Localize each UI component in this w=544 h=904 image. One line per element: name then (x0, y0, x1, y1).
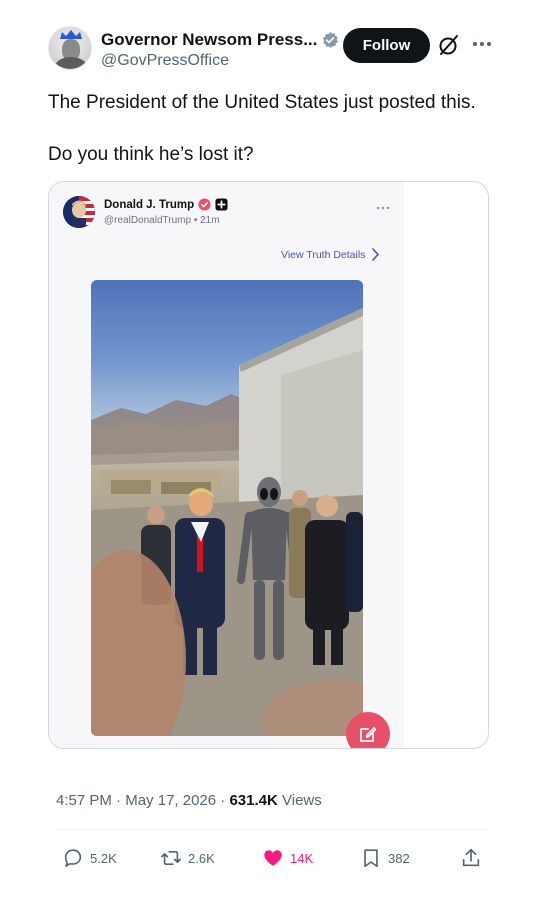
photo-scene (91, 308, 363, 736)
tweet-text-line: Do you think he’s lost it? (48, 144, 254, 165)
compose-button[interactable] (346, 712, 390, 748)
embedded-post: Donald J. Trump @realDonaldTrump • 21m V… (49, 182, 404, 748)
compose-icon (360, 727, 377, 742)
view-truth-details-link: View Truth Details (281, 248, 380, 261)
bookmark-count: 382 (388, 850, 410, 866)
repost-count: 2.6K (188, 850, 215, 866)
tweet-time[interactable]: 4:57 PM (56, 792, 112, 809)
verified-badge-icon (323, 31, 339, 49)
verified-badge-icon (198, 198, 211, 211)
embedded-author-name: Donald J. Trump (104, 198, 195, 211)
tweet-text-line: The President of the United States just … (48, 92, 476, 113)
author-name[interactable]: Governor Newsom Press... (101, 30, 317, 50)
like-count: 14K (290, 850, 314, 866)
repost-icon (161, 850, 181, 866)
follow-button[interactable]: Follow (343, 28, 430, 63)
reply-button[interactable]: 5.2K (62, 845, 117, 871)
share-icon (462, 848, 480, 867)
tweet-date[interactable]: May 17, 2026 (125, 792, 216, 809)
embedded-author-avatar (63, 196, 95, 228)
grok-icon[interactable] (438, 34, 460, 56)
bookmark-button[interactable]: 382 (360, 845, 410, 871)
author-handle[interactable]: @GovPressOffice (101, 52, 229, 70)
heart-icon (264, 850, 282, 866)
plus-badge-icon (215, 198, 228, 211)
like-button[interactable]: 14K (262, 845, 313, 871)
tweet-media[interactable]: Donald J. Trump @realDonaldTrump • 21m V… (48, 181, 489, 749)
repost-button[interactable]: 2.6K (160, 845, 215, 871)
chevron-right-icon (372, 248, 380, 261)
reply-icon (64, 849, 82, 868)
bookmark-icon (364, 849, 378, 868)
views-label: Views (282, 792, 322, 809)
share-button[interactable] (460, 845, 482, 871)
tweet-text: The President of the United States just … (48, 91, 508, 167)
tweet-meta: 4:57 PM · May 17, 2026 · 631.4K Views (56, 792, 322, 809)
post-photo (91, 280, 363, 736)
author-avatar[interactable] (48, 26, 92, 70)
more-icon (376, 206, 390, 210)
divider (56, 829, 488, 830)
reply-count: 5.2K (90, 850, 117, 866)
views-count: 631.4K (229, 792, 278, 809)
more-icon[interactable] (471, 37, 493, 51)
tweet-header: Governor Newsom Press... @GovPressOffice… (48, 26, 498, 74)
action-bar: 5.2K 2.6K 14K 382 (56, 845, 488, 871)
embedded-author-handle: @realDonaldTrump • 21m (104, 215, 220, 226)
